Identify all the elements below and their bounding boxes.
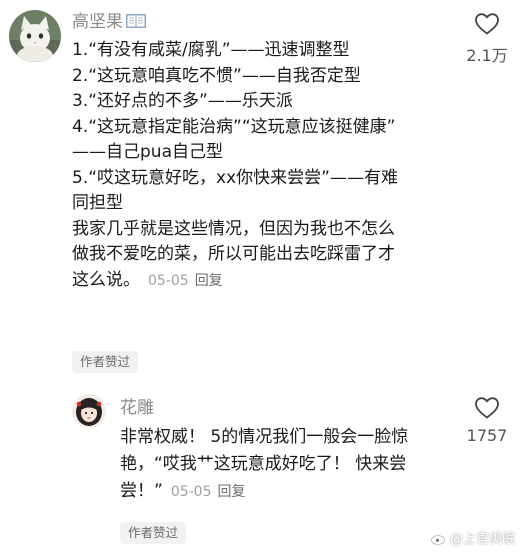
username-text[interactable]: 高坚果 [72, 12, 123, 32]
reply-line-last: 尝！” 05-05 回复 [120, 478, 460, 506]
reply-like-button[interactable]: 1757 [457, 396, 517, 445]
reply-author-liked-badge: 作者赞过 [120, 522, 187, 544]
like-button[interactable]: 2.1万 [457, 12, 517, 66]
comment-body: 1.“有没有咸菜/腐乳”——迅速调整型 2.“这玩意咱真吃不惯”——自我否定型 … [72, 38, 462, 294]
avatar[interactable] [9, 10, 61, 62]
comment-line: 5.“哎这玩意好吃，xx你快来尝尝”——有难 [72, 167, 398, 188]
like-count: 2.1万 [466, 46, 508, 65]
reply-username[interactable]: 花雕 [120, 396, 154, 420]
reply-avatar[interactable] [72, 394, 106, 428]
comment-line: ——自己pua自己型 [72, 142, 223, 162]
comment-line-text: 这么说。 [72, 269, 140, 290]
comment-line: 1.“有没有咸菜/腐乳”——迅速调整型 [72, 40, 350, 60]
watermark-text: @上官美眠 [449, 532, 515, 547]
reply-line-text: 尝！” [120, 481, 163, 501]
heart-icon[interactable] [474, 396, 500, 420]
author-liked-badge: 作者赞过 [72, 351, 139, 373]
comment-line: 4.“这玩意指定能治病”“这玩意应该挺健康” [72, 116, 396, 137]
heart-icon[interactable] [474, 12, 500, 36]
open-book-icon [125, 12, 147, 36]
watermark: @上官美眠 [431, 528, 515, 549]
reply-reply-button[interactable]: 回复 [218, 484, 246, 500]
comment-line: 做我不爱吃的菜，所以可能出去吃踩雷了才 [72, 244, 395, 264]
reply-line: 非常权威！ 5的情况我们一般会一脸惊 [120, 427, 409, 447]
reply-date: 05-05 [170, 484, 212, 500]
username[interactable]: 高坚果 [72, 10, 147, 36]
reply-line: 艳，“哎我艹这玩意成好吃了！ 快来尝 [120, 454, 407, 474]
reply-like-count: 1757 [466, 426, 508, 445]
comment-line-last: 这么说。 05-05 回复 [72, 268, 462, 295]
reply-button[interactable]: 回复 [195, 273, 223, 289]
comment-line: 3.“还好点的不多”——乐天派 [72, 91, 293, 111]
comment-date: 05-05 [148, 272, 189, 289]
cat-avatar-icon [9, 10, 61, 62]
comment-line: 我家几乎就是这些情况，但因为我也不怎么 [72, 218, 395, 239]
girl-avatar-icon [72, 394, 106, 428]
reply-body: 非常权威！ 5的情况我们一般会一脸惊 艳，“哎我艹这玩意成好吃了！ 快来尝 尝！… [120, 424, 460, 506]
comment-line: 同担型 [72, 193, 123, 213]
comment-line: 2.“这玩意咱真吃不惯”——自我否定型 [72, 65, 361, 86]
weibo-logo-icon [431, 531, 447, 549]
